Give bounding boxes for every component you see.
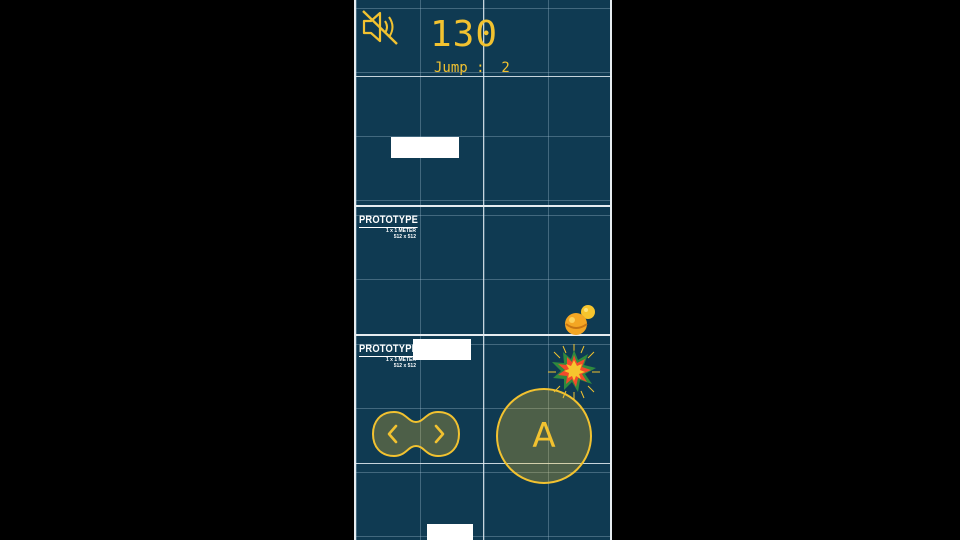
jump-counter: Jump : 2 bbox=[434, 60, 510, 76]
player-character bbox=[565, 305, 595, 335]
prototype-title: PROTOTYPE bbox=[359, 343, 419, 357]
grid-axis-vertical bbox=[483, 207, 484, 334]
platform bbox=[427, 524, 473, 540]
a-button-label: A bbox=[532, 416, 556, 456]
prototype-title: PROTOTYPE bbox=[359, 214, 419, 228]
platform bbox=[391, 137, 459, 158]
speaker-muted-icon[interactable] bbox=[360, 8, 400, 46]
grid-axis-horizontal bbox=[354, 76, 612, 77]
grid-axis-vertical bbox=[483, 336, 484, 540]
a-button[interactable]: A bbox=[495, 387, 593, 485]
prototype-size-pixels: 512 x 512 bbox=[393, 234, 416, 240]
platform bbox=[413, 339, 471, 360]
game-viewport: PROTOTYPE 1 x 1 METER 512 x 512 PROTOTYP… bbox=[354, 0, 612, 540]
prototype-label: PROTOTYPE 1 x 1 METER 512 x 512 bbox=[359, 210, 428, 240]
score-display: 130 bbox=[430, 14, 499, 55]
prototype-size-pixels: 512 x 512 bbox=[393, 363, 416, 369]
dpad-left-right[interactable] bbox=[370, 409, 462, 459]
